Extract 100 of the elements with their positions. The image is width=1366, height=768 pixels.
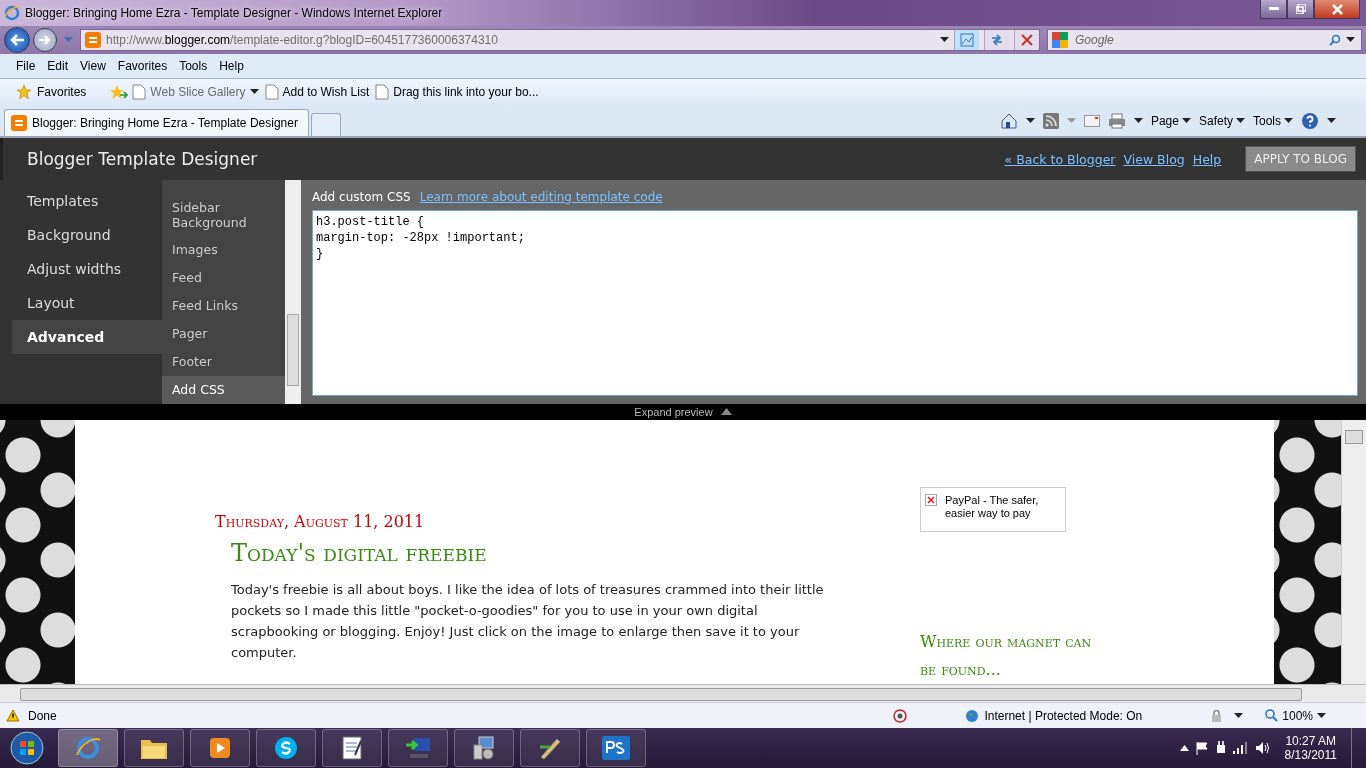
header-link[interactable]: View Blog [1123, 151, 1185, 167]
scrollbar[interactable] [285, 179, 301, 404]
notepad-icon [341, 735, 363, 762]
taskbar-app-button[interactable] [58, 729, 118, 768]
close-button[interactable] [1314, 0, 1360, 19]
taskbar-app-button[interactable] [520, 729, 580, 768]
caret-icon[interactable] [1327, 118, 1336, 125]
sub-nav-item[interactable]: Pager [162, 319, 285, 348]
search-input[interactable]: Google [1073, 31, 1324, 48]
post-title[interactable]: Today's digital freebie [231, 538, 855, 567]
power-plug-icon[interactable] [1214, 741, 1227, 756]
designer-title: Blogger Template Designer [27, 149, 258, 170]
header-link[interactable]: « Back to Blogger [1004, 151, 1116, 167]
menu-item[interactable]: File [12, 56, 40, 75]
taskbar-app-button[interactable] [322, 729, 382, 768]
restore-icon [1295, 4, 1306, 14]
favorites-link[interactable]: Add to Wish List [264, 84, 370, 101]
css-code-field[interactable]: h3.post-title { margin-top: -28px !important; } [312, 209, 1358, 396]
browser-tab[interactable]: Blogger: Bringing Home Ezra - Template Designer [4, 109, 309, 137]
feed-icon[interactable] [1042, 113, 1059, 130]
header-link[interactable]: Help [1192, 151, 1222, 167]
nav-item[interactable]: Templates [12, 183, 162, 218]
browser-logo-icon [75, 735, 101, 762]
back-button[interactable] [4, 26, 30, 53]
caret-icon[interactable] [1346, 36, 1355, 43]
favorites-link[interactable]: Web Slice Gallery [132, 84, 259, 101]
taskbar-app-button[interactable] [586, 729, 646, 768]
command-menu-button[interactable]: Safety [1198, 114, 1245, 129]
nav-item[interactable]: Background [12, 217, 162, 252]
nav-item[interactable]: Adjust widths [12, 251, 162, 286]
image-alt-text: PayPal - The safer, easier way to pay [945, 493, 1040, 520]
start-button[interactable] [10, 731, 44, 766]
close-icon [1331, 3, 1343, 15]
window-title: Blogger: Bringing Home Ezra - Template Designer - Windows Internet Explorer [25, 5, 443, 20]
printer-icon[interactable] [1107, 113, 1126, 130]
refresh-button[interactable] [984, 29, 1009, 50]
add-to-favorites-icon[interactable] [110, 84, 129, 101]
back-arrow-icon [9, 32, 25, 47]
web-page-icon [375, 84, 390, 101]
scrollbar[interactable] [1341, 419, 1366, 684]
favorites-link[interactable]: Drag this link into your bo... [375, 84, 539, 101]
forward-arrow-icon [38, 33, 52, 46]
skype-icon [273, 735, 299, 762]
caret-icon[interactable] [1133, 118, 1143, 125]
signal-bars-icon[interactable] [1232, 742, 1249, 755]
menu-item[interactable]: Favorites [113, 56, 172, 75]
sub-nav-item[interactable]: Images [162, 235, 285, 264]
show-hidden-icons-icon[interactable] [1179, 745, 1189, 752]
mail-icon[interactable] [1083, 115, 1100, 128]
sub-nav-item[interactable]: Feed [162, 263, 285, 292]
close-icon [1021, 33, 1033, 46]
menu-item[interactable]: Tools [175, 56, 212, 75]
restore-button[interactable] [1287, 0, 1314, 19]
nav-item[interactable]: Advanced [12, 319, 162, 354]
refresh-icon [990, 32, 1004, 47]
sub-nav-item[interactable]: Add CSS [162, 375, 285, 404]
command-menu-button[interactable]: Page [1150, 114, 1191, 129]
minimize-icon [1268, 7, 1279, 11]
photoshop-elements-icon [601, 735, 631, 762]
address-field[interactable]: http://www.blogger.com/template-editor.g?blogID=6045177360006374310 [80, 28, 1040, 51]
speaker-icon[interactable] [1254, 741, 1271, 756]
sub-nav-item[interactable]: Feed Links [162, 291, 285, 320]
sub-nav-item[interactable]: Footer [162, 347, 285, 376]
web-page-icon [132, 84, 147, 101]
caret-icon[interactable] [940, 36, 949, 43]
caret-icon[interactable] [1025, 118, 1035, 125]
stop-button[interactable] [1014, 29, 1039, 50]
caret-icon[interactable] [1234, 712, 1244, 719]
menu-item[interactable]: View [76, 56, 110, 75]
google-logo-icon [1052, 31, 1068, 48]
forward-button[interactable] [33, 27, 57, 52]
search-field[interactable]: Google [1047, 28, 1362, 51]
zoom-level[interactable]: 100% [1265, 708, 1326, 723]
nav-item[interactable]: Layout [12, 285, 162, 320]
favorites-button[interactable]: Favorites [12, 82, 91, 103]
menu-item[interactable]: Help [215, 56, 248, 75]
home-icon[interactable] [999, 112, 1018, 131]
flag-icon[interactable] [1194, 741, 1209, 756]
help-icon[interactable] [1301, 112, 1319, 131]
privacy-icon[interactable] [893, 708, 908, 723]
taskbar-app-button[interactable] [190, 729, 250, 768]
minimize-button[interactable] [1260, 0, 1287, 19]
search-icon[interactable] [1329, 33, 1341, 46]
security-zone[interactable]: Internet | Protected Mode: On [965, 708, 1143, 723]
media-player-icon [208, 736, 232, 761]
taskbar-app-button[interactable] [124, 729, 184, 768]
taskbar-app-button[interactable] [256, 729, 316, 768]
clock[interactable]: 10:27 AM 8/13/2011 [1284, 734, 1337, 763]
warning-icon [6, 709, 20, 723]
sub-nav-item[interactable]: Sidebar Background [162, 193, 285, 236]
caret-icon [249, 89, 259, 96]
command-menu-button[interactable]: Tools [1253, 114, 1293, 129]
menu-item[interactable]: Edit [43, 56, 73, 75]
expand-preview-button[interactable]: Expand preview [634, 405, 732, 418]
compatibility-view-button[interactable] [954, 29, 979, 50]
caret-icon [1284, 118, 1293, 125]
broken-image-icon [925, 493, 937, 506]
taskbar-app-button[interactable] [454, 729, 514, 768]
blogger-logo-icon [11, 115, 27, 132]
clock-time: 10:27 AM [1285, 734, 1337, 749]
